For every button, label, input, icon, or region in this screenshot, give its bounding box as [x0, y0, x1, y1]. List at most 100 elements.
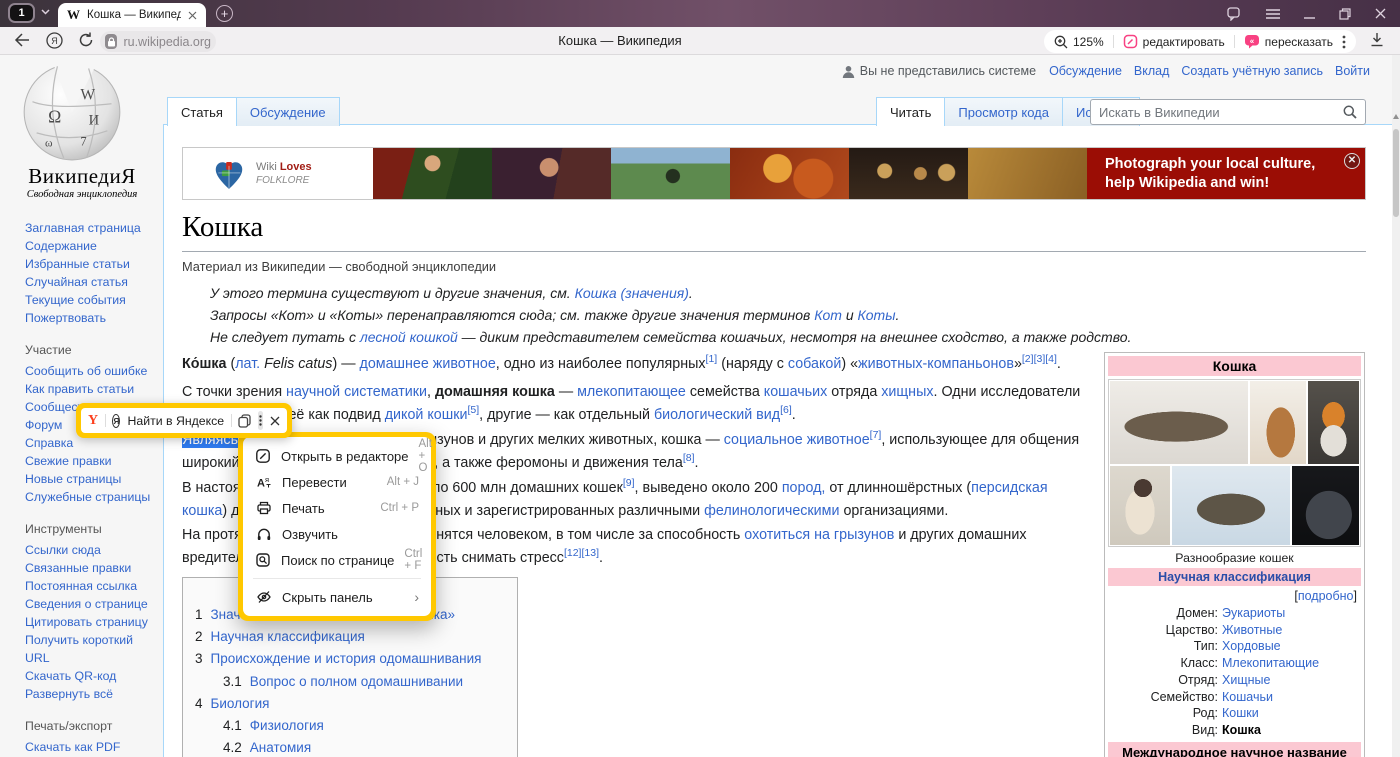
rank-value[interactable]: Животные: [1222, 622, 1282, 639]
chat-icon[interactable]: [1227, 7, 1242, 21]
personal-link[interactable]: Обсуждение: [1049, 64, 1122, 78]
sidebar-link[interactable]: Скачать QR-код: [25, 667, 153, 685]
zoom-control[interactable]: 125%: [1054, 35, 1104, 49]
page-search-icon: [255, 552, 271, 568]
menu-item-open-in-editor[interactable]: Открыть в редакторе Alt + O: [243, 443, 431, 469]
yandex-home-icon[interactable]: Я: [46, 32, 63, 49]
edit-button[interactable]: редактировать: [1123, 34, 1225, 49]
banner-heart-logo: [211, 157, 247, 191]
paragraph: С точки зрения научной систематики, дома…: [182, 381, 1090, 427]
sidebar-link[interactable]: Скачать как PDF: [25, 738, 153, 756]
sidebar-link[interactable]: Текущие события: [25, 291, 153, 309]
tab-article[interactable]: Статья: [167, 97, 237, 126]
browser-tab[interactable]: W Кошка — Википедия: [58, 3, 206, 27]
toolbar-more-icon[interactable]: [1342, 35, 1346, 49]
lock-icon[interactable]: [105, 34, 117, 49]
scrollbar[interactable]: [1392, 55, 1400, 757]
minimize-icon[interactable]: [1304, 9, 1315, 19]
yandex-y-icon[interactable]: Y: [88, 413, 98, 429]
sidebar-link[interactable]: Сведения о странице: [25, 595, 153, 613]
search-icon[interactable]: [1335, 105, 1365, 119]
tab-talk[interactable]: Обсуждение: [236, 97, 340, 126]
address-bar[interactable]: ru.wikipedia.org: [100, 31, 216, 52]
menu-icon[interactable]: [1266, 9, 1280, 19]
findbar-more-button[interactable]: [258, 411, 263, 430]
cat-photo-2[interactable]: [1250, 381, 1307, 464]
classification-detail-link[interactable]: [подробно]: [1108, 586, 1361, 605]
sidebar-link[interactable]: Избранные статьи: [25, 255, 153, 273]
personal-link[interactable]: Вклад: [1134, 64, 1170, 78]
sidebar-link[interactable]: Заглавная страница: [25, 219, 153, 237]
findbar-close-icon[interactable]: [270, 416, 280, 426]
restore-icon[interactable]: [1339, 8, 1351, 20]
tab-group-button[interactable]: 1: [8, 3, 35, 23]
login-status: Вы не представились системе: [842, 64, 1036, 78]
rank-value[interactable]: Хордовые: [1222, 638, 1281, 655]
sidebar-link[interactable]: Случайная статья: [25, 273, 153, 291]
zoom-icon: [1054, 35, 1068, 49]
rank-value[interactable]: Кошачьи: [1222, 689, 1273, 706]
banner-message: Photograph your local culture, help Wiki…: [1105, 155, 1337, 193]
menu-item-print[interactable]: Печать Ctrl + P: [243, 495, 431, 521]
divider: [1113, 35, 1114, 48]
wiki-search[interactable]: [1090, 99, 1366, 125]
tab-read[interactable]: Читать: [876, 97, 945, 126]
menu-item-read-aloud[interactable]: Озвучить: [243, 521, 431, 547]
wiki-loves-folklore-banner[interactable]: Wiki Loves FOLKLORE Photograph your loca…: [182, 147, 1366, 200]
cat-photo-1[interactable]: [1110, 381, 1248, 464]
toc-item: 4.2Анатомия: [195, 737, 517, 757]
copy-icon[interactable]: [238, 414, 251, 428]
page-title[interactable]: Кошка — Википедия: [240, 33, 1000, 48]
tab-close-icon[interactable]: [188, 11, 197, 20]
retell-icon: «: [1244, 34, 1260, 49]
sidebar-link[interactable]: Служебные страницы: [25, 488, 153, 506]
scroll-up-icon[interactable]: [1393, 114, 1399, 119]
sidebar-link[interactable]: Свежие правки: [25, 452, 153, 470]
menu-item-hide-panel[interactable]: Скрыть панель ›: [243, 584, 431, 610]
cat-photo-3[interactable]: [1308, 381, 1359, 464]
new-tab-button[interactable]: +: [216, 5, 233, 22]
find-in-yandex-button[interactable]: Найти в Яндексе: [127, 414, 224, 428]
close-icon[interactable]: [1375, 8, 1386, 19]
article-title: Кошка: [182, 211, 1366, 252]
cat-photo-4[interactable]: [1110, 466, 1170, 545]
wikipedia-logo[interactable]: Ω W И 7 ω ВикипедиЯ Свободная энциклопед…: [20, 58, 144, 200]
svg-text:я: я: [265, 475, 269, 484]
rank-value[interactable]: Эукариоты: [1222, 605, 1285, 622]
banner-close-icon[interactable]: ✕: [1344, 153, 1360, 169]
tab-view-source[interactable]: Просмотр кода: [944, 97, 1063, 126]
rank-value[interactable]: Хищные: [1222, 672, 1270, 689]
sidebar-link[interactable]: Сообщить об ошибке: [25, 362, 153, 380]
menu-item-translate[interactable]: Aя Перевести Alt + J: [243, 469, 431, 495]
menu-item-find-on-page[interactable]: Поиск по странице Ctrl + F: [243, 547, 431, 573]
banner-message-area[interactable]: Photograph your local culture, help Wiki…: [1087, 148, 1365, 199]
scrollbar-thumb[interactable]: [1393, 129, 1399, 217]
sidebar-link[interactable]: Постоянная ссылка: [25, 577, 153, 595]
sidebar-link[interactable]: Новые страницы: [25, 470, 153, 488]
sidebar-link[interactable]: Ссылки сюда: [25, 541, 153, 559]
sidebar-link[interactable]: Пожертвовать: [25, 309, 153, 327]
cat-photo-6[interactable]: [1292, 466, 1359, 545]
svg-text:ω: ω: [45, 137, 53, 149]
sidebar-link[interactable]: Получить короткий URL: [25, 631, 153, 667]
collage-caption: Разнообразие кошек: [1108, 547, 1361, 568]
refresh-icon[interactable]: [78, 32, 94, 48]
sidebar-link[interactable]: Связанные правки: [25, 559, 153, 577]
sidebar-link[interactable]: Цитировать страницу: [25, 613, 153, 631]
svg-text:«: «: [1250, 37, 1255, 46]
search-input[interactable]: [1091, 105, 1335, 120]
cat-photo-5[interactable]: [1172, 466, 1290, 545]
personal-link[interactable]: Войти: [1335, 64, 1370, 78]
sidebar-link[interactable]: Содержание: [25, 237, 153, 255]
rank-value[interactable]: Кошки: [1222, 705, 1259, 722]
download-icon[interactable]: [1370, 32, 1384, 47]
personal-link[interactable]: Создать учётную запись: [1181, 64, 1323, 78]
sidebar-link[interactable]: Как править статьи: [25, 380, 153, 398]
rank-value[interactable]: Кошка: [1222, 722, 1261, 739]
chevron-down-icon[interactable]: [41, 9, 50, 15]
sidebar-link[interactable]: Развернуть всё: [25, 685, 153, 703]
back-icon[interactable]: [14, 33, 30, 47]
retell-button[interactable]: « пересказать: [1244, 34, 1333, 49]
rank-value[interactable]: Млекопитающие: [1222, 655, 1319, 672]
retell-label: пересказать: [1265, 35, 1333, 49]
